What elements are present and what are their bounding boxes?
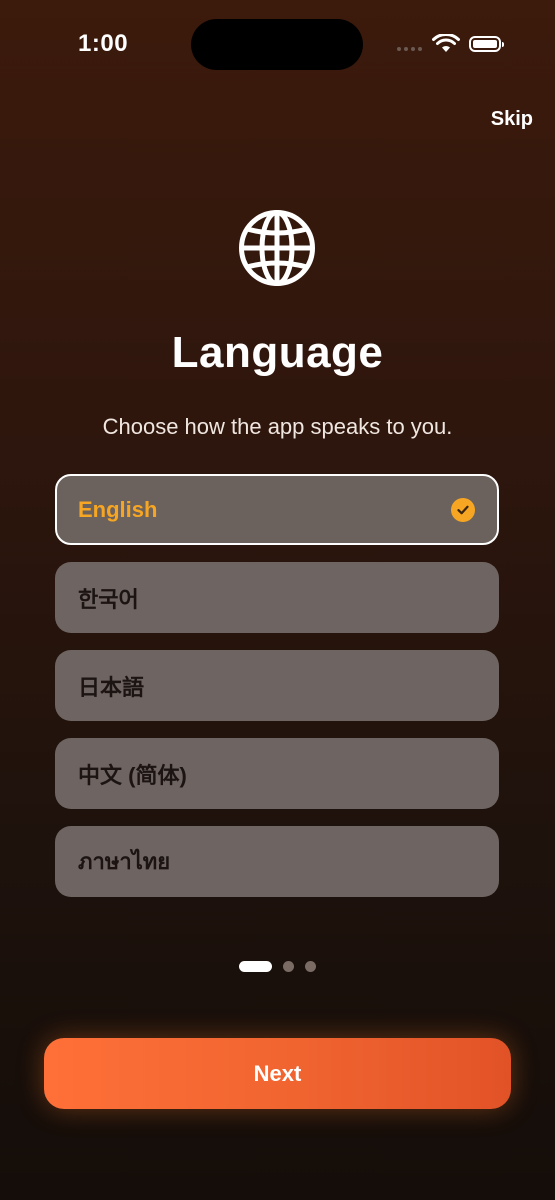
- page-dot-active: [239, 961, 272, 972]
- status-bar: 1:00: [0, 0, 555, 90]
- status-time: 1:00: [78, 30, 129, 57]
- dynamic-island: [191, 19, 363, 70]
- battery-icon: [469, 36, 504, 52]
- language-option-label: English: [78, 496, 158, 522]
- page-title: Language: [171, 328, 384, 377]
- language-option-korean[interactable]: 한국어: [55, 562, 499, 633]
- language-option-chinese[interactable]: 中文 (简体): [55, 738, 499, 809]
- globe-icon: [239, 210, 315, 286]
- checkmark-icon: [451, 497, 475, 522]
- language-list: English 한국어 日本語 中文 (简体) ภาษาไทย: [55, 474, 499, 914]
- page-dot: [305, 961, 316, 972]
- page-dot: [283, 961, 294, 972]
- language-option-thai[interactable]: ภาษาไทย: [55, 826, 499, 897]
- language-option-label: 한국어: [78, 586, 139, 612]
- language-option-label: 日本語: [78, 674, 145, 700]
- page-subtitle: Choose how the app speaks to you.: [102, 414, 453, 439]
- cellular-signal-icon: [397, 47, 422, 51]
- next-button[interactable]: Next: [44, 1038, 511, 1109]
- language-option-label: ภาษาไทย: [78, 849, 171, 874]
- skip-button[interactable]: Skip: [491, 108, 533, 131]
- page-indicator: [239, 961, 316, 972]
- language-option-label: 中文 (简体): [78, 762, 187, 788]
- wifi-icon: [432, 34, 460, 52]
- language-option-english[interactable]: English: [55, 474, 499, 545]
- language-option-japanese[interactable]: 日本語: [55, 650, 499, 721]
